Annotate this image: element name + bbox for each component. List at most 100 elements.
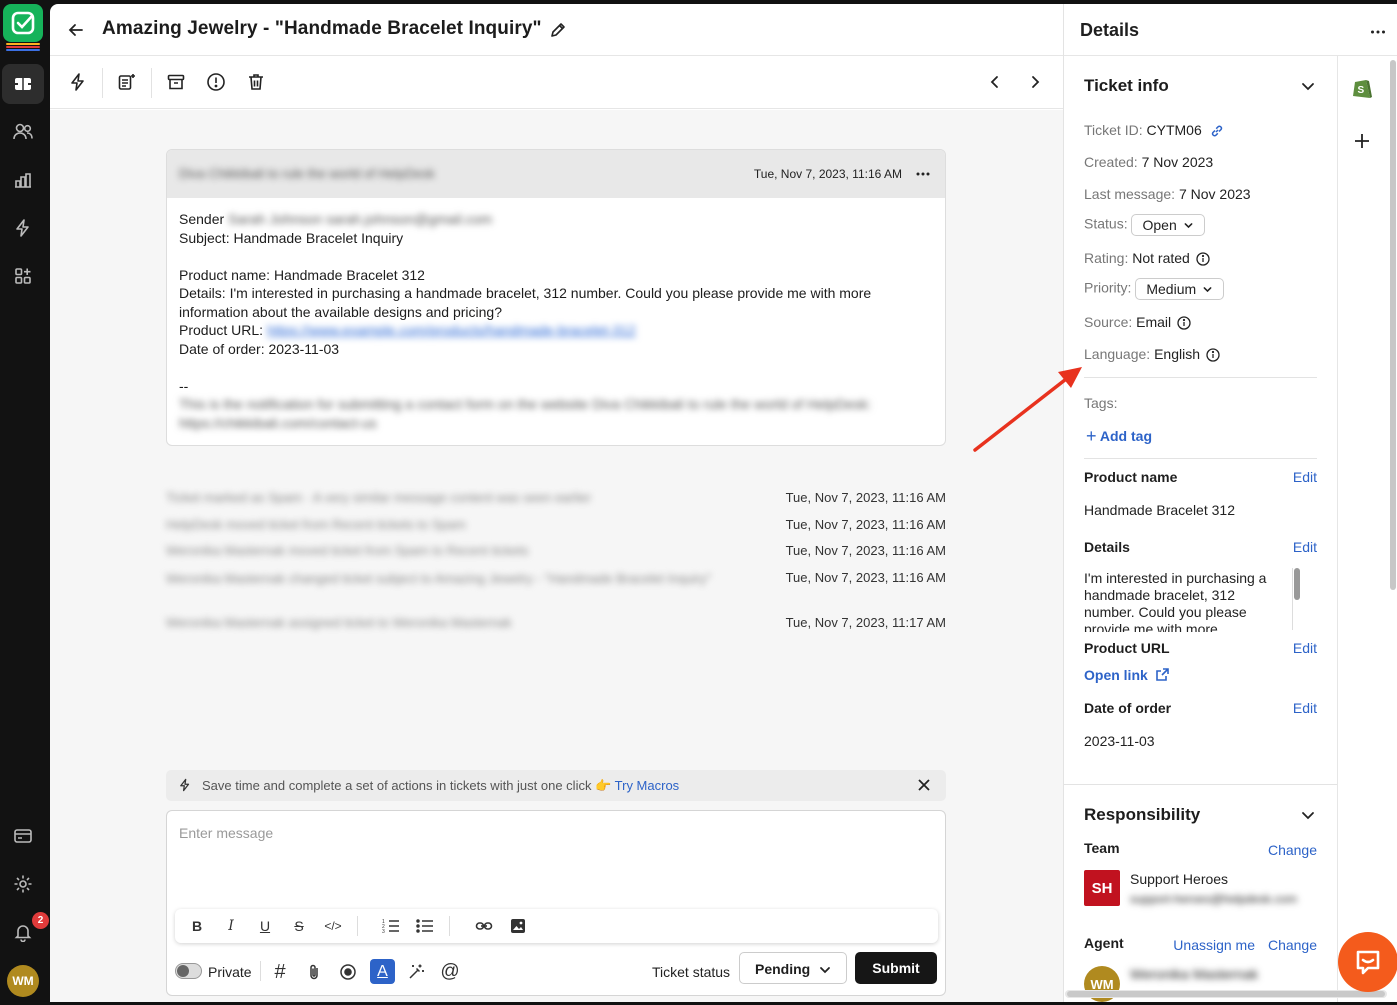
tickets-nav-icon[interactable] <box>2 64 44 104</box>
product-name-label: Product name <box>1084 469 1178 485</box>
app-logo[interactable] <box>3 4 43 51</box>
team-avatar: SH <box>1084 870 1120 906</box>
svg-text:3: 3 <box>382 929 385 934</box>
macros-bolt-icon[interactable] <box>66 70 90 94</box>
change-team-link[interactable]: Change <box>1268 842 1317 858</box>
event-row: Ticket marked as Spam · A very similar m… <box>166 490 946 505</box>
sender-value: Sarah Johnson sarah.johnson@gmail.com <box>228 211 493 227</box>
bullet-list-icon[interactable] <box>415 916 435 936</box>
product-url-link[interactable]: https://www.example.com/products/handmad… <box>267 322 636 338</box>
ordered-list-icon[interactable]: 123 <box>381 916 401 936</box>
ticket-header: Amazing Jewelry - "Handmade Bracelet Inq… <box>50 4 1063 56</box>
date-of-order-label: Date of order <box>1084 700 1172 716</box>
text-format-icon[interactable]: A <box>370 959 395 984</box>
external-link-icon <box>1155 667 1170 682</box>
ticket-events: Ticket marked as Spam · A very similar m… <box>166 490 946 641</box>
chat-widget-button[interactable] <box>1338 932 1397 992</box>
message-body: Sender Sarah Johnson sarah.johnson@gmail… <box>167 198 945 444</box>
annotation-arrow-icon <box>970 360 1090 460</box>
conversation-area: Diva Chikkibali to rule the world of Hel… <box>50 110 1063 1002</box>
reports-nav-icon[interactable] <box>2 160 44 200</box>
private-label: Private <box>208 964 252 980</box>
team-label: Team <box>1084 840 1120 856</box>
close-promo-icon[interactable] <box>918 779 930 791</box>
mention-at-icon[interactable]: @ <box>439 961 461 983</box>
status-row: Status: Open <box>1084 214 1205 236</box>
ticket-id-value: CYTM06 <box>1146 122 1202 138</box>
team-email: support-heroes@helpdesk.com <box>1130 892 1297 906</box>
automation-nav-icon[interactable] <box>2 208 44 248</box>
link-icon[interactable] <box>474 916 494 936</box>
attachment-paperclip-icon[interactable] <box>303 961 325 983</box>
priority-dropdown[interactable]: Medium <box>1135 278 1225 300</box>
source-info-icon[interactable] <box>1177 316 1191 330</box>
details-horizontal-scrollbar[interactable] <box>1065 990 1387 998</box>
event-row: Weronika Masternak moved ticket from Spa… <box>166 543 946 558</box>
code-icon[interactable]: </> <box>323 916 343 936</box>
message-input[interactable]: Enter message <box>179 825 273 841</box>
message-more-icon[interactable] <box>915 166 931 182</box>
event-row: HelpDesk moved ticket from Recent ticket… <box>166 517 946 532</box>
ai-notes-icon[interactable] <box>115 70 139 94</box>
billing-nav-icon[interactable] <box>2 816 44 856</box>
underline-icon[interactable]: U <box>255 916 275 936</box>
submit-button[interactable]: Submit <box>855 952 937 984</box>
rating-info-icon[interactable] <box>1196 252 1210 266</box>
previous-ticket-chevron-left-icon[interactable] <box>983 70 1007 94</box>
add-integration-plus-icon[interactable] <box>1353 132 1371 150</box>
hashtag-icon[interactable]: # <box>269 961 291 983</box>
macros-promo-bar: Save time and complete a set of actions … <box>166 770 946 801</box>
edit-title-pencil-icon[interactable] <box>549 21 567 39</box>
customers-nav-icon[interactable] <box>2 112 44 152</box>
edit-product-name-link[interactable]: Edit <box>1293 469 1317 485</box>
reply-composer[interactable]: Enter message B I U S </> 123 Private # … <box>166 810 946 996</box>
edit-details-link[interactable]: Edit <box>1293 539 1317 555</box>
details-title: Details <box>1080 20 1140 40</box>
chevron-down-icon <box>1184 222 1193 228</box>
change-agent-link[interactable]: Change <box>1268 937 1317 953</box>
message-header: Diva Chikkibali to rule the world of Hel… <box>167 150 945 198</box>
add-tag-button[interactable]: + Add tag <box>1086 426 1152 447</box>
details-field-label: Details <box>1084 539 1130 555</box>
composer-actions: Private # A @ Ticket status Pending Subm… <box>167 951 945 991</box>
settings-gear-icon[interactable] <box>2 864 44 904</box>
copy-link-icon[interactable] <box>1210 124 1224 138</box>
back-arrow-icon[interactable] <box>67 21 85 39</box>
responsibility-title: Responsibility <box>1084 805 1201 824</box>
ticket-status-dropdown[interactable]: Pending <box>739 952 847 984</box>
open-link[interactable]: Open link <box>1084 667 1170 683</box>
italic-icon[interactable]: I <box>221 916 241 936</box>
signature-separator: -- <box>179 377 189 394</box>
rating-row: Rating: Not rated <box>1084 250 1210 266</box>
user-avatar[interactable]: WM <box>7 965 39 997</box>
language-row: Language: English <box>1084 346 1220 362</box>
agent-name: Weronika Masternak <box>1130 966 1259 982</box>
date-line: Date of order: 2023-11-03 <box>179 340 340 357</box>
bold-icon[interactable]: B <box>187 916 207 936</box>
chevron-down-icon <box>818 963 832 977</box>
status-dropdown[interactable]: Open <box>1131 214 1205 236</box>
archive-icon[interactable] <box>164 70 188 94</box>
message-card: Diva Chikkibali to rule the world of Hel… <box>166 149 946 446</box>
next-ticket-chevron-right-icon[interactable] <box>1023 70 1047 94</box>
apps-nav-icon[interactable] <box>2 256 44 296</box>
delete-trash-icon[interactable] <box>244 70 268 94</box>
language-info-icon[interactable] <box>1206 348 1220 362</box>
unassign-me-link[interactable]: Unassign me <box>1173 937 1255 953</box>
edit-date-of-order-link[interactable]: Edit <box>1293 700 1317 716</box>
collapse-responsibility-chevron-icon[interactable] <box>1300 807 1316 823</box>
shopify-icon[interactable]: S <box>1351 76 1373 100</box>
details-more-icon[interactable] <box>1370 24 1386 40</box>
ai-magic-wand-icon[interactable] <box>405 961 427 983</box>
details-panel-scrollbar[interactable] <box>1390 60 1396 590</box>
strikethrough-icon[interactable]: S <box>289 916 309 936</box>
created-row: Created: 7 Nov 2023 <box>1084 154 1214 170</box>
image-icon[interactable] <box>508 916 528 936</box>
spam-alert-icon[interactable] <box>204 70 228 94</box>
try-macros-link[interactable]: Try Macros <box>615 778 680 793</box>
private-toggle[interactable] <box>175 963 202 979</box>
edit-product-url-link[interactable]: Edit <box>1293 640 1317 656</box>
record-icon[interactable] <box>337 961 359 983</box>
details-scrollbar[interactable] <box>1292 568 1300 630</box>
collapse-ticket-info-chevron-icon[interactable] <box>1300 78 1316 94</box>
